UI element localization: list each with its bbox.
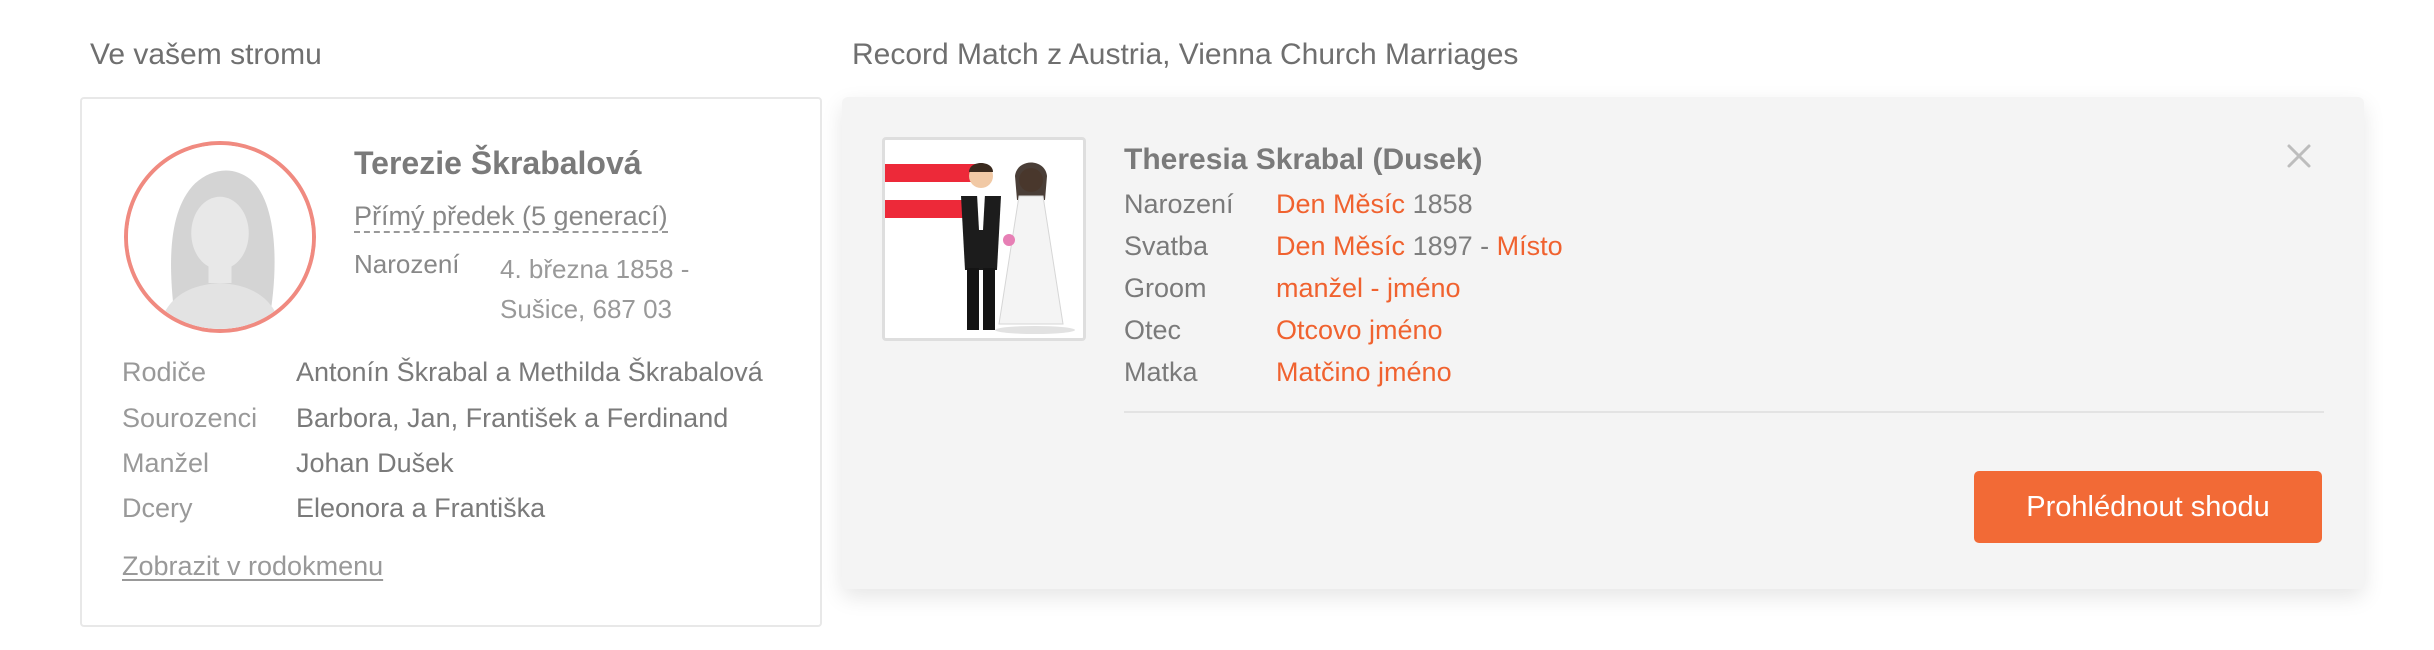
record-label: Otec [1124,315,1182,345]
record-label: Groom [1124,273,1207,303]
fact-value: Antonín Škrabal a Methilda Škrabalová [296,357,763,387]
record-match-card: Theresia Skrabal (Dusek) Narození Den Mě… [842,97,2364,589]
fact-label: Dcery [122,493,193,523]
marriage-place-link[interactable]: Místo [1497,231,1563,261]
birth-year: 1858 [1412,189,1473,219]
fact-label: Rodiče [122,357,207,387]
record-value: Den Měsíc 1858 [1276,189,1473,220]
fact-value: Johan Dušek [296,448,454,478]
close-icon[interactable] [2284,141,2314,171]
birth-label: Narození [354,249,460,279]
wedding-couple-icon [885,140,1083,338]
record-value: Den Měsíc 1897 - Místo [1276,231,1563,262]
close-button[interactable] [2284,141,2314,171]
record-label: Svatba [1124,231,1209,261]
fact-label: Manžel [122,448,210,478]
record-label: Narození [1124,189,1234,219]
record-match-heading: Record Match z Austria, Vienna Church Ma… [852,38,1519,71]
person-name: Terezie Škrabalová [354,145,642,181]
in-your-tree-heading: Ve vašem stromu [90,38,322,71]
groom-name-link[interactable]: manžel - jméno [1276,273,1461,304]
record-thumbnail [882,137,1086,341]
female-silhouette-icon [128,145,312,329]
fact-label: Sourozenci [122,403,258,433]
view-in-tree-link[interactable]: Zobrazit v rodokmenu [122,551,383,582]
fact-value: Barbora, Jan, František a Ferdinand [296,403,729,433]
birth-value: 4. března 1858 - Sušice, 687 03 [500,254,690,324]
record-label: Matka [1124,357,1198,387]
fact-value: Eleonora a Františka [296,493,546,523]
father-name-link[interactable]: Otcovo jméno [1276,315,1443,346]
record-person-name: Theresia Skrabal (Dusek) [1124,143,1483,176]
birth-day-month-link[interactable]: Den Měsíc [1276,189,1405,219]
mother-name-link[interactable]: Matčino jméno [1276,357,1452,388]
marriage-day-month-link[interactable]: Den Měsíc [1276,231,1405,261]
divider [1124,411,2324,413]
avatar [124,141,316,333]
tree-person-card: Terezie Škrabalová Přímý předek (5 gener… [80,97,822,627]
marriage-year: 1897 [1412,231,1473,261]
relationship-link[interactable]: Přímý předek (5 generací) [354,201,668,233]
marriage-separator: - [1472,231,1497,261]
review-match-button[interactable]: Prohlédnout shodu [1974,471,2322,543]
